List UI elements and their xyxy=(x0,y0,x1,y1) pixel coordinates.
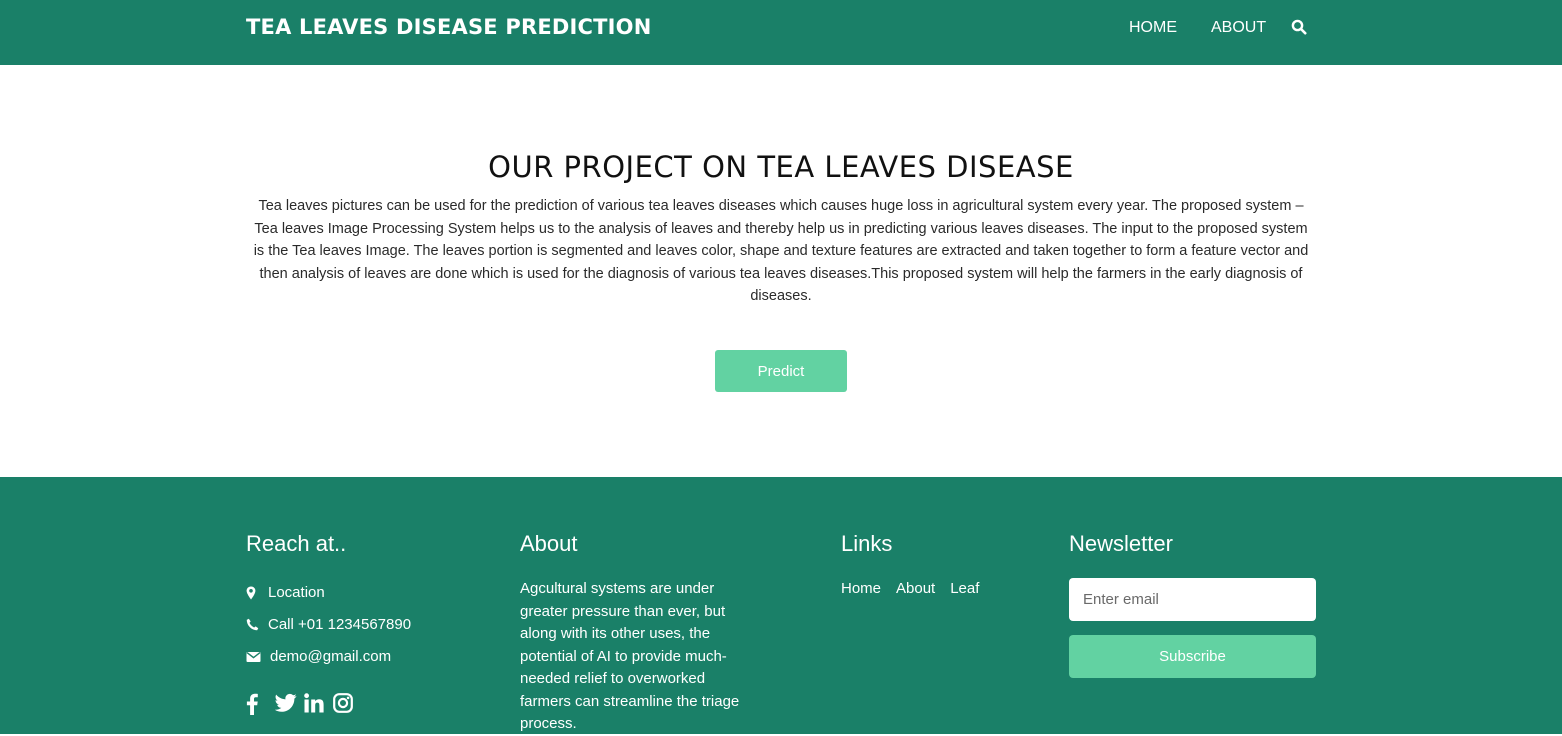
phone-icon xyxy=(246,618,260,632)
linkedin-icon[interactable] xyxy=(304,693,326,715)
about-text: Agcultural systems are under greater pre… xyxy=(520,580,740,732)
nav-about-link[interactable]: ABOUT xyxy=(1211,19,1266,37)
nav-home-link[interactable]: HOME xyxy=(1129,19,1177,37)
reach-heading: Reach at.. xyxy=(246,531,347,556)
page-title: OUR PROJECT ON TEA LEAVES DISEASE xyxy=(488,150,1074,184)
newsletter-heading: Newsletter xyxy=(1069,531,1173,556)
footer-link-home[interactable]: Home xyxy=(841,580,881,597)
facebook-icon[interactable] xyxy=(246,693,268,715)
contact-email-label: demo@gmail.com xyxy=(270,648,392,665)
newsletter-email-input[interactable] xyxy=(1069,578,1316,621)
envelope-icon xyxy=(246,650,262,664)
predict-button[interactable]: Predict xyxy=(715,350,847,392)
site-brand[interactable]: TEA LEAVES DISEASE PREDICTION xyxy=(246,15,652,39)
map-pin-icon xyxy=(246,586,260,600)
about-heading: About xyxy=(520,531,578,556)
footer-link-leaf[interactable]: Leaf xyxy=(950,580,979,597)
contact-phone-label: Call +01 1234567890 xyxy=(268,616,412,633)
site-header: TEA LEAVES DISEASE PREDICTION HOME ABOUT xyxy=(0,0,1562,65)
contact-location[interactable]: Location xyxy=(246,584,325,601)
project-description: Tea leaves pictures can be used for the … xyxy=(253,198,1309,304)
site-footer: Reach at.. Location Call +01 1234567890 … xyxy=(0,477,1562,734)
subscribe-button[interactable]: Subscribe xyxy=(1069,635,1316,678)
instagram-icon[interactable] xyxy=(333,693,355,715)
links-heading: Links xyxy=(841,531,893,556)
social-links xyxy=(246,693,362,715)
footer-link-about[interactable]: About xyxy=(896,580,935,597)
search-icon[interactable] xyxy=(1291,19,1309,37)
contact-phone[interactable]: Call +01 1234567890 xyxy=(246,616,411,633)
footer-links: Home About Leaf xyxy=(841,580,994,597)
twitter-icon[interactable] xyxy=(274,693,297,715)
contact-email[interactable]: demo@gmail.com xyxy=(246,648,391,665)
contact-location-label: Location xyxy=(268,584,325,601)
